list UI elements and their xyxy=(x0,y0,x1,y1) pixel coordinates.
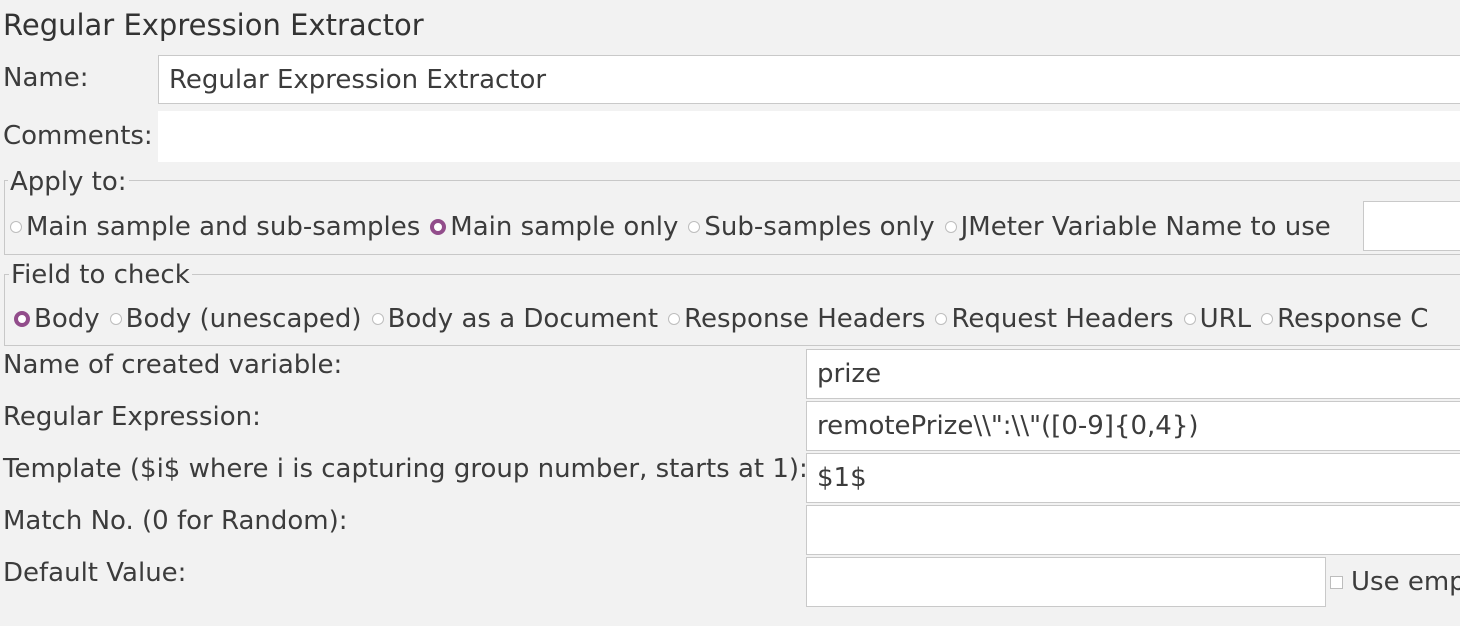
radio-response-headers[interactable] xyxy=(668,313,681,325)
panel-title: Regular Expression Extractor xyxy=(3,8,424,42)
apply-main-and-sub-option[interactable]: Main sample and sub-samples xyxy=(6,212,420,242)
radio-body-unescaped[interactable] xyxy=(109,313,122,325)
radio-sub-only[interactable] xyxy=(688,221,701,233)
radio-main-and-sub[interactable] xyxy=(10,221,22,233)
field-response-code-option[interactable]: Response C xyxy=(1257,304,1428,334)
default-value-label: Default Value: xyxy=(3,558,187,588)
name-input[interactable]: Regular Expression Extractor xyxy=(158,55,1460,104)
apply-to-options: Main sample and sub-samples Main sample … xyxy=(6,207,1337,247)
variable-name-input[interactable]: prize xyxy=(806,349,1460,399)
template-input[interactable]: $1$ xyxy=(806,453,1460,503)
apply-sub-only-label: Sub-samples only xyxy=(704,212,935,242)
radio-jmeter-variable[interactable] xyxy=(944,221,957,233)
field-request-headers-option[interactable]: Request Headers xyxy=(931,304,1174,334)
use-empty-checkbox[interactable] xyxy=(1330,575,1343,589)
jmeter-variable-input[interactable] xyxy=(1363,201,1460,251)
field-url-option[interactable]: URL xyxy=(1180,304,1252,334)
default-value-input[interactable] xyxy=(806,557,1326,607)
apply-jmeter-variable-option[interactable]: JMeter Variable Name to use xyxy=(941,212,1331,242)
field-to-check-legend: Field to check xyxy=(9,260,192,290)
radio-body[interactable] xyxy=(14,311,30,327)
match-no-input[interactable] xyxy=(806,505,1460,555)
variable-name-label: Name of created variable: xyxy=(3,350,343,380)
radio-url[interactable] xyxy=(1183,313,1196,325)
comments-input[interactable] xyxy=(158,111,1460,162)
radio-request-headers[interactable] xyxy=(935,313,948,325)
field-to-check-options: Body Body (unescaped) Body as a Document… xyxy=(10,299,1434,339)
apply-sub-only-option[interactable]: Sub-samples only xyxy=(684,212,935,242)
regex-label: Regular Expression: xyxy=(3,402,261,432)
field-response-code-label: Response C xyxy=(1277,304,1429,334)
radio-response-code[interactable] xyxy=(1261,313,1274,325)
match-no-label: Match No. (0 for Random): xyxy=(3,506,348,536)
template-label: Template ($i$ where i is capturing group… xyxy=(3,454,808,484)
field-body-label: Body xyxy=(34,304,100,334)
regex-input[interactable]: remotePrize\\":\\"([0-9]{0,4}) xyxy=(806,401,1460,451)
field-response-headers-option[interactable]: Response Headers xyxy=(664,304,925,334)
field-body-unescaped-option[interactable]: Body (unescaped) xyxy=(106,304,362,334)
apply-main-and-sub-label: Main sample and sub-samples xyxy=(26,212,421,242)
comments-label: Comments: xyxy=(3,121,153,151)
use-empty-default[interactable]: Use emp xyxy=(1330,562,1460,602)
radio-main-only[interactable] xyxy=(430,219,447,235)
field-url-label: URL xyxy=(1199,304,1252,334)
field-request-headers-label: Request Headers xyxy=(951,304,1174,334)
apply-jmeter-variable-label: JMeter Variable Name to use xyxy=(960,212,1331,242)
apply-main-only-option[interactable]: Main sample only xyxy=(426,212,678,242)
field-body-unescaped-label: Body (unescaped) xyxy=(125,304,362,334)
field-body-option[interactable]: Body xyxy=(10,304,100,334)
field-response-headers-label: Response Headers xyxy=(684,304,926,334)
field-body-document-label: Body as a Document xyxy=(387,304,659,334)
field-body-document-option[interactable]: Body as a Document xyxy=(368,304,659,334)
name-label: Name: xyxy=(3,63,89,93)
use-empty-label: Use emp xyxy=(1351,567,1460,597)
apply-main-only-label: Main sample only xyxy=(450,212,679,242)
apply-to-legend: Apply to: xyxy=(8,167,129,197)
radio-body-document[interactable] xyxy=(371,313,384,325)
